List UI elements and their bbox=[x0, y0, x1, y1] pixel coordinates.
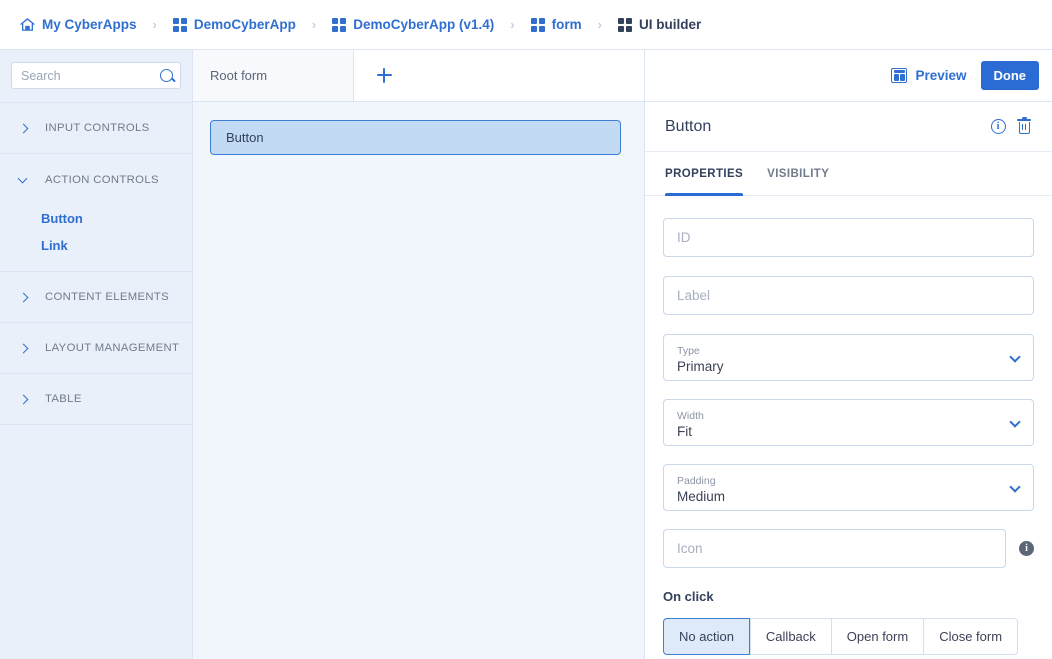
breadcrumb-separator: › bbox=[597, 17, 602, 32]
id-input[interactable] bbox=[677, 230, 1020, 245]
sidebar-section-label: CONTENT ELEMENTS bbox=[45, 291, 170, 303]
grid-icon bbox=[332, 17, 347, 32]
plus-icon bbox=[377, 68, 392, 83]
sidebar-search-wrapper bbox=[0, 50, 192, 103]
info-button[interactable]: i bbox=[985, 114, 1011, 140]
trash-icon bbox=[1017, 117, 1031, 134]
padding-select[interactable]: Padding Medium bbox=[663, 464, 1034, 511]
chevron-down-icon bbox=[17, 173, 35, 185]
component-sidebar: INPUT CONTROLS ACTION CONTROLS Button Li… bbox=[0, 50, 193, 659]
breadcrumb-separator: › bbox=[510, 17, 515, 32]
tab-root-form[interactable]: Root form bbox=[193, 50, 354, 101]
breadcrumb-label: form bbox=[551, 17, 582, 32]
on-click-option-close-form[interactable]: Close form bbox=[923, 618, 1019, 655]
tab-properties[interactable]: PROPERTIES bbox=[665, 152, 744, 196]
home-icon bbox=[20, 17, 35, 32]
label-field[interactable] bbox=[663, 276, 1034, 315]
done-button[interactable]: Done bbox=[980, 61, 1039, 90]
grid-icon bbox=[172, 17, 187, 32]
sidebar-section-content-elements[interactable]: CONTENT ELEMENTS bbox=[0, 272, 192, 323]
delete-button[interactable] bbox=[1011, 114, 1037, 140]
search-input[interactable] bbox=[21, 68, 156, 83]
sidebar-section-table[interactable]: TABLE bbox=[0, 374, 192, 425]
on-click-option-no-action[interactable]: No action bbox=[663, 618, 750, 655]
breadcrumb-item-democyberapp[interactable]: DemoCyberApp bbox=[172, 17, 296, 32]
on-click-option-callback[interactable]: Callback bbox=[749, 618, 831, 655]
on-click-label: On click bbox=[663, 589, 714, 604]
padding-select-label: Padding bbox=[677, 475, 716, 487]
label-input[interactable] bbox=[677, 288, 1020, 303]
canvas-area[interactable]: Button bbox=[193, 102, 644, 659]
sidebar-section-label: TABLE bbox=[45, 393, 82, 405]
preview-button[interactable]: Preview bbox=[891, 68, 967, 83]
tab-visibility[interactable]: VISIBILITY bbox=[767, 152, 829, 195]
sidebar-item-button[interactable]: Button bbox=[0, 205, 192, 232]
breadcrumb-label: My CyberApps bbox=[42, 17, 137, 32]
type-select[interactable]: Type Primary bbox=[663, 334, 1034, 381]
sidebar-section-items: Button Link bbox=[0, 205, 192, 272]
preview-label: Preview bbox=[915, 68, 967, 83]
type-select-value: Primary bbox=[677, 359, 724, 374]
sidebar-section-layout-management[interactable]: LAYOUT MANAGEMENT bbox=[0, 323, 192, 374]
form-canvas: Root form Button bbox=[193, 50, 644, 659]
sidebar-section-input-controls[interactable]: INPUT CONTROLS bbox=[0, 103, 192, 154]
canvas-element-button[interactable]: Button bbox=[210, 120, 621, 155]
on-click-option-group: No action Callback Open form Close form bbox=[663, 618, 1034, 655]
panel-tabs: PROPERTIES VISIBILITY bbox=[645, 152, 1052, 196]
properties-panel: Preview Done Button i PROPERTIES VISIBIL… bbox=[644, 50, 1052, 659]
grid-icon bbox=[530, 17, 545, 32]
dashboard-icon bbox=[891, 68, 908, 83]
icon-input[interactable] bbox=[677, 541, 992, 556]
panel-title-row: Button i bbox=[645, 102, 1052, 152]
chevron-right-icon bbox=[18, 123, 35, 133]
info-icon: i bbox=[990, 119, 1006, 134]
breadcrumb-item-democyberapp-v14[interactable]: DemoCyberApp (v1.4) bbox=[332, 17, 494, 32]
ui-builder-app: My CyberApps › DemoCyberApp › DemoCyberA… bbox=[0, 0, 1052, 659]
width-select-value: Fit bbox=[677, 424, 692, 439]
breadcrumb-label: UI builder bbox=[638, 17, 702, 32]
width-select-label: Width bbox=[677, 410, 704, 422]
search-icon[interactable] bbox=[160, 69, 173, 82]
sidebar-section-label: LAYOUT MANAGEMENT bbox=[45, 342, 180, 354]
sidebar-section-action-controls[interactable]: ACTION CONTROLS bbox=[0, 154, 192, 205]
sidebar-section-label: INPUT CONTROLS bbox=[45, 122, 150, 134]
sidebar-item-link[interactable]: Link bbox=[0, 232, 192, 259]
canvas-tab-bar: Root form bbox=[193, 50, 644, 102]
padding-select-value: Medium bbox=[677, 489, 726, 504]
breadcrumb-separator: › bbox=[311, 17, 317, 32]
breadcrumb-item-ui-builder[interactable]: UI builder bbox=[617, 17, 702, 32]
on-click-option-open-form[interactable]: Open form bbox=[830, 618, 924, 655]
type-select-label: Type bbox=[677, 345, 700, 357]
breadcrumb-item-form[interactable]: form bbox=[530, 17, 582, 32]
sidebar-section-label: ACTION CONTROLS bbox=[45, 173, 159, 186]
icon-field[interactable] bbox=[663, 529, 1006, 568]
breadcrumb-separator: › bbox=[152, 17, 157, 32]
chevron-right-icon bbox=[18, 292, 35, 302]
width-select[interactable]: Width Fit bbox=[663, 399, 1034, 446]
breadcrumb-item-my-cyberapps[interactable]: My CyberApps bbox=[20, 17, 137, 32]
workspace: INPUT CONTROLS ACTION CONTROLS Button Li… bbox=[0, 50, 1052, 659]
id-field[interactable] bbox=[663, 218, 1034, 257]
panel-toolbar: Preview Done bbox=[645, 50, 1052, 102]
add-tab-button[interactable] bbox=[354, 50, 644, 101]
panel-title: Button bbox=[665, 117, 712, 135]
properties-form: Type Primary Width Fit Padding Medium bbox=[645, 196, 1052, 659]
grid-icon bbox=[617, 17, 632, 32]
breadcrumb: My CyberApps › DemoCyberApp › DemoCyberA… bbox=[0, 0, 1052, 50]
search-box[interactable] bbox=[11, 62, 181, 89]
icon-field-row: i bbox=[663, 529, 1034, 568]
chevron-right-icon bbox=[18, 394, 35, 404]
info-icon[interactable]: i bbox=[1019, 541, 1034, 556]
chevron-right-icon bbox=[18, 343, 35, 353]
breadcrumb-label: DemoCyberApp bbox=[193, 17, 296, 32]
breadcrumb-label: DemoCyberApp (v1.4) bbox=[353, 17, 495, 32]
